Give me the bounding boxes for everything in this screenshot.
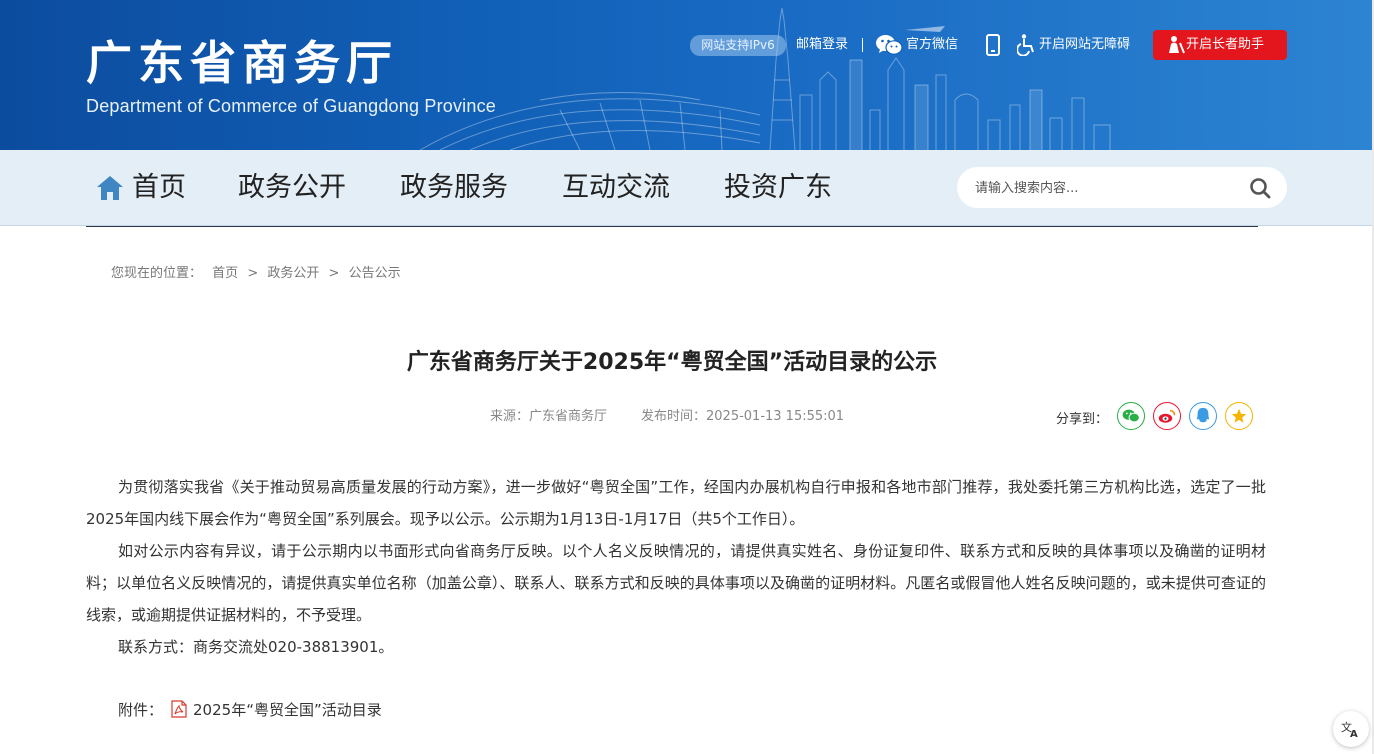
accessibility-link[interactable]: 开启网站无障碍 — [1017, 30, 1130, 60]
site-subtitle: Department of Commerce of Guangdong Prov… — [86, 96, 497, 116]
wechat-share-button[interactable] — [1117, 402, 1145, 430]
breadcrumb-separator: > — [247, 266, 259, 281]
share-label: 分享到： — [1056, 412, 1109, 427]
home-icon — [97, 176, 123, 200]
nav-item-invest-guangdong[interactable]: 投资广东 — [724, 168, 832, 208]
pdf-file-icon — [171, 700, 187, 718]
mobile-icon — [986, 34, 1000, 56]
breadcrumb: 您现在的位置： 首页 > 政务公开 > 公告公示 — [111, 262, 401, 281]
qq-share-icon — [1196, 407, 1210, 423]
qzone-share-icon — [1231, 408, 1247, 423]
wechat-label: 官方微信 — [906, 37, 959, 52]
svg-text:A: A — [1350, 729, 1358, 738]
mobile-version-link[interactable] — [985, 30, 1001, 60]
qq-share-button[interactable] — [1189, 402, 1217, 430]
wheelchair-icon — [1017, 34, 1034, 56]
search-input[interactable] — [975, 177, 1235, 199]
article-title: 广东省商务厅关于2025年“粤贸全国”活动目录的公示 — [406, 350, 938, 375]
article-publish-time: 发布时间：2025-01-13 15:55:01 — [641, 409, 845, 424]
mail-login-link[interactable]: 邮箱登录 — [796, 30, 848, 60]
elder-mode-label: 开启长者助手 — [1186, 37, 1265, 52]
article-paragraph: 如对公示内容有异议，请于公示期内以书面形式向省商务厅反映。以个人名义反映情况的，… — [86, 542, 1266, 624]
breadcrumb-announcements[interactable]: 公告公示 — [349, 266, 401, 281]
accessibility-label: 开启网站无障碍 — [1039, 37, 1131, 52]
elder-mode-button[interactable]: 开启长者助手 — [1153, 30, 1287, 60]
article-paragraph: 为贯彻落实我省《关于推动贸易高质量发展的行动方案》，进一步做好“粤贸全国”工作，… — [86, 478, 1266, 528]
header-banner: 广东省商务厅 Department of Commerce of Guangdo… — [0, 0, 1374, 150]
wechat-link[interactable]: 官方微信 — [875, 30, 958, 60]
article-source: 来源：广东省商务厅 — [490, 409, 608, 424]
elder-assistant-icon — [1169, 36, 1185, 54]
main-nav: 首页 政务公开 政务服务 互动交流 投资广东 — [0, 150, 1374, 226]
wechat-icon — [876, 35, 903, 55]
article-body: 为贯彻落实我省《关于推动贸易高质量发展的行动方案》，进一步做好“粤贸全国”工作，… — [86, 471, 1266, 663]
attachment-label: 附件： — [118, 701, 164, 719]
attachment-link[interactable]: 2025年“粤贸全国”活动目录 — [193, 701, 382, 719]
qzone-share-button[interactable] — [1225, 402, 1253, 430]
attachment-row: 附件： 2025年“粤贸全国”活动目录 — [118, 698, 382, 722]
search-box — [957, 167, 1287, 208]
top-toolbar: 网站支持IPv6 邮箱登录 官方微信 开启网站无障碍 开启长者助手 — [0, 30, 1374, 60]
content-divider — [86, 226, 1258, 227]
translate-button[interactable]: 文 A — [1333, 711, 1369, 747]
translate-icon: 文 A — [1341, 720, 1358, 738]
nav-item-home[interactable]: 首页 — [96, 168, 186, 208]
weibo-share-icon — [1158, 410, 1176, 423]
nav-item-government-services[interactable]: 政务服务 — [400, 168, 508, 208]
toolbar-divider — [862, 38, 863, 52]
nav-item-label: 首页 — [132, 172, 186, 203]
breadcrumb-home[interactable]: 首页 — [212, 266, 238, 281]
breadcrumb-separator: > — [328, 266, 340, 281]
breadcrumb-label: 您现在的位置： — [111, 266, 203, 281]
nav-item-interaction[interactable]: 互动交流 — [562, 168, 670, 208]
breadcrumb-government-affairs[interactable]: 政务公开 — [267, 266, 319, 281]
search-icon[interactable] — [1249, 177, 1271, 199]
wechat-share-icon — [1122, 409, 1140, 423]
nav-item-government-affairs[interactable]: 政务公开 — [238, 168, 346, 208]
article-paragraph: 联系方式：商务交流处020-38813901。 — [118, 638, 394, 656]
ipv6-badge: 网站支持IPv6 — [690, 35, 786, 56]
weibo-share-button[interactable] — [1153, 402, 1181, 430]
